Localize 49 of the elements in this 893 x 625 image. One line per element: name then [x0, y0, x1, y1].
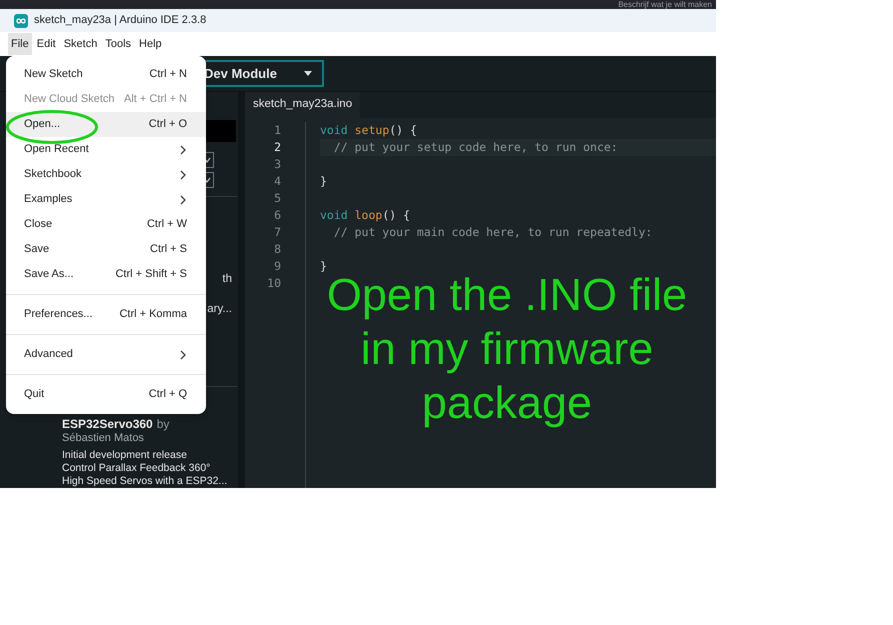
line-number: 9	[274, 258, 281, 275]
library-description: Initial development release	[62, 449, 188, 462]
by-text: by	[156, 417, 170, 431]
chevron-right-icon	[179, 350, 187, 360]
library-description-text: ary...	[207, 302, 232, 316]
menu-bar-item[interactable]: Sketch	[60, 32, 100, 56]
menu-item[interactable]: Preferences... Ctrl + Komma	[6, 302, 206, 327]
chevron-right-icon	[179, 194, 187, 204]
line-number: 2	[274, 139, 281, 156]
menu-item[interactable]: Close Ctrl + W	[6, 212, 206, 237]
line-number: 7	[274, 224, 281, 241]
menu-bar-item[interactable]: Edit	[34, 32, 59, 56]
menu-item[interactable]: Open Recent	[6, 137, 206, 162]
line-number: 6	[274, 207, 281, 224]
annotation-text: Open the .INO file in my firmware package	[326, 268, 688, 430]
line-number: 8	[274, 241, 281, 258]
menu-bar-item[interactable]: File	[8, 32, 32, 56]
menu-item[interactable]: Open... Ctrl + O	[6, 112, 206, 137]
library-name: ESP32Servo360	[62, 417, 153, 431]
menu-item[interactable]: Save As... Ctrl + Shift + S	[6, 262, 206, 287]
code-line: // put your main code here, to run repeatedly:	[332, 225, 652, 239]
menu-item[interactable]: Examples	[6, 187, 206, 212]
library-description-text: th	[222, 272, 232, 286]
window-title: sketch_may23a | Arduino IDE 2.3.8	[34, 13, 206, 28]
code-line: // put your setup code here, to run once:	[332, 140, 618, 154]
code-line: }	[320, 259, 327, 273]
code-line: }	[320, 174, 327, 188]
code-line: void setup() {	[320, 123, 417, 137]
caret-down-icon	[304, 71, 312, 76]
prompt-text: Beschrijf wat je wilt maken	[618, 0, 712, 9]
menu-item[interactable]: Advanced	[6, 342, 206, 367]
line-number: 10	[267, 275, 281, 292]
menu-bar-item[interactable]: Tools	[102, 32, 134, 56]
line-number: 5	[274, 190, 281, 207]
menu-bar-item[interactable]: Help	[136, 32, 165, 56]
infinity-logo-icon	[14, 14, 28, 28]
menu-item[interactable]: Sketchbook	[6, 162, 206, 187]
chevron-right-icon	[179, 170, 187, 180]
chevron-right-icon	[179, 144, 187, 154]
line-number: 4	[274, 173, 281, 190]
library-author: Sébastien Matos	[62, 431, 145, 445]
line-number: 1	[274, 122, 281, 139]
line-number: 3	[274, 156, 281, 173]
library-description: High Speed Servos with a ESP32...	[62, 475, 228, 488]
menu-item[interactable]: Save Ctrl + S	[6, 237, 206, 262]
editor-tab[interactable]: sketch_may23a.ino	[245, 92, 360, 118]
code-line: void loop() {	[320, 208, 410, 222]
library-description: Control Parallax Feedback 360°	[62, 462, 212, 475]
menu-item[interactable]: Quit Ctrl + Q	[6, 382, 206, 407]
